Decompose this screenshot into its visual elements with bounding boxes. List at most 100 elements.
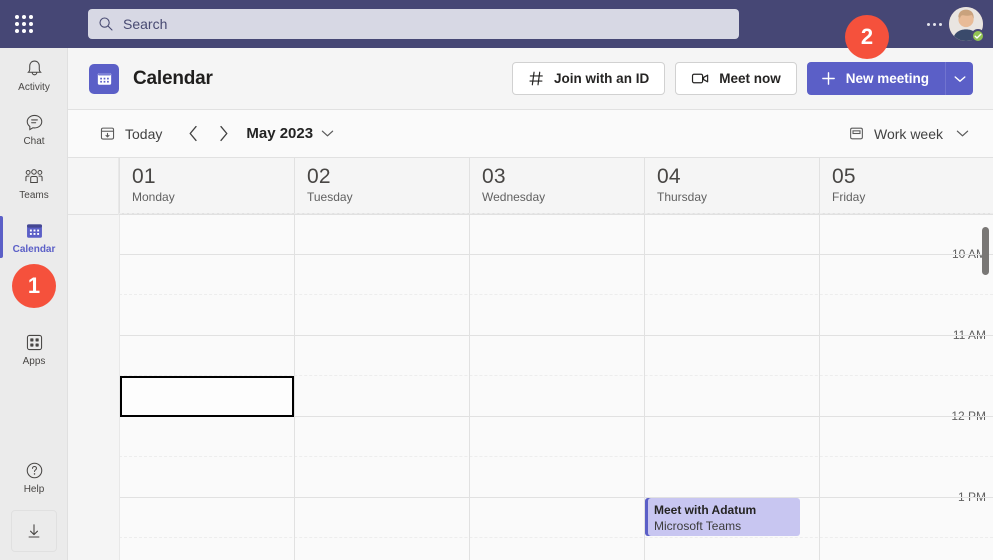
day-name: Thursday xyxy=(657,190,819,204)
download-arrow-icon xyxy=(24,521,44,541)
day-name: Tuesday xyxy=(307,190,469,204)
header-actions: Join with an ID Meet now xyxy=(512,62,973,95)
meet-now-button[interactable]: Meet now xyxy=(675,62,797,95)
day-number: 02 xyxy=(307,166,469,188)
grid-half-hour-line xyxy=(119,294,993,295)
day-header-friday[interactable]: 05 Friday xyxy=(819,158,993,215)
search-icon xyxy=(98,16,114,32)
vertical-scrollbar[interactable] xyxy=(982,227,989,275)
annotation-badge-1: 1 xyxy=(12,264,56,308)
search-input[interactable]: Search xyxy=(88,9,739,39)
view-picker-button[interactable]: Work week xyxy=(848,125,969,142)
grid-column-separator xyxy=(294,215,295,560)
annotation-badge-2: 2 xyxy=(845,15,889,59)
day-header-monday[interactable]: 01 Monday xyxy=(119,158,294,215)
day-header-tuesday[interactable]: 02 Tuesday xyxy=(294,158,469,215)
chevron-down-icon xyxy=(954,75,966,83)
today-button[interactable]: Today xyxy=(99,125,162,142)
next-week-button[interactable] xyxy=(208,119,238,149)
sidebar-item-help[interactable]: Help xyxy=(0,450,68,504)
sidebar-item-teams[interactable]: Teams xyxy=(0,156,68,210)
sidebar-item-label: Chat xyxy=(23,136,44,147)
app-launcher-button[interactable] xyxy=(0,0,48,48)
people-icon xyxy=(23,165,45,187)
calendar-icon xyxy=(95,69,114,88)
grid-hour-line xyxy=(119,335,993,336)
today-label: Today xyxy=(125,126,162,142)
grid-column-separator xyxy=(819,215,820,560)
more-options-button[interactable] xyxy=(923,14,945,34)
calendar-grid: 01 Monday 02 Tuesday 03 Wednesday 04 Thu… xyxy=(68,158,993,560)
hash-icon xyxy=(528,70,545,87)
chevron-down-icon xyxy=(321,129,334,138)
presence-indicator xyxy=(971,29,985,43)
check-icon xyxy=(974,32,982,40)
calendar-app-icon xyxy=(89,64,119,94)
new-meeting-group: New meeting xyxy=(807,62,973,95)
download-button[interactable] xyxy=(11,510,57,552)
grid-half-hour-line xyxy=(119,213,993,214)
time-gutter-header xyxy=(68,158,119,215)
calendar-event[interactable]: Meet with Adatum Microsoft Teams xyxy=(645,498,800,536)
bell-icon xyxy=(24,57,45,79)
video-camera-icon xyxy=(691,71,710,86)
teams-calendar-window: Search xyxy=(0,0,993,560)
ellipsis-icon xyxy=(927,23,930,26)
event-title: Meet with Adatum xyxy=(654,503,794,518)
month-label[interactable]: May 2023 xyxy=(246,125,313,142)
sidebar-item-label: Teams xyxy=(19,190,48,201)
previous-week-button[interactable] xyxy=(178,119,208,149)
grid-half-hour-line xyxy=(119,537,993,538)
date-navigation-bar: Today May 2023 xyxy=(68,110,993,158)
new-meeting-button[interactable]: New meeting xyxy=(807,62,945,95)
new-meeting-label: New meeting xyxy=(846,71,929,86)
chat-bubble-icon xyxy=(24,111,45,133)
time-slot-selection[interactable] xyxy=(120,376,294,417)
join-with-id-button[interactable]: Join with an ID xyxy=(512,62,665,95)
chevron-down-icon xyxy=(956,129,969,138)
time-grid: 10 AM 11 AM 12 PM 1 PM xyxy=(68,215,993,560)
sidebar-item-activity[interactable]: Activity xyxy=(0,48,68,102)
chevron-left-icon xyxy=(188,125,199,142)
day-number: 05 xyxy=(832,166,993,188)
time-gutter xyxy=(68,215,119,560)
event-subtitle: Microsoft Teams xyxy=(654,519,794,535)
day-number: 01 xyxy=(132,166,294,188)
day-number: 03 xyxy=(482,166,644,188)
join-with-id-label: Join with an ID xyxy=(554,71,649,86)
calendar-icon xyxy=(24,219,45,241)
sidebar-item-apps[interactable]: Apps xyxy=(0,322,68,376)
grid-hour-line xyxy=(119,497,993,498)
day-name: Wednesday xyxy=(482,190,644,204)
calendar-header: Calendar Join with an ID xyxy=(68,48,993,110)
apps-grid-icon xyxy=(24,331,45,353)
sidebar-item-calendar[interactable]: Calendar xyxy=(0,210,68,264)
day-name: Monday xyxy=(132,190,294,204)
grid-hour-line xyxy=(119,254,993,255)
meet-now-label: Meet now xyxy=(719,71,781,86)
search-placeholder: Search xyxy=(123,17,167,31)
day-number: 04 xyxy=(657,166,819,188)
rail-bottom-group: Help xyxy=(0,450,68,552)
grid-half-hour-line xyxy=(119,456,993,457)
day-header-thursday[interactable]: 04 Thursday xyxy=(644,158,819,215)
page-title: Calendar xyxy=(133,68,213,90)
grid-column-separator xyxy=(469,215,470,560)
waffle-grid-icon xyxy=(15,15,33,33)
day-header-row: 01 Monday 02 Tuesday 03 Wednesday 04 Thu… xyxy=(68,158,993,215)
view-layout-icon xyxy=(848,125,865,142)
chevron-right-icon xyxy=(218,125,229,142)
sidebar-item-chat[interactable]: Chat xyxy=(0,102,68,156)
sidebar-item-label: Calendar xyxy=(13,244,56,255)
new-meeting-dropdown-button[interactable] xyxy=(945,62,973,95)
month-dropdown-button[interactable] xyxy=(321,129,334,138)
calendar-today-icon xyxy=(99,125,116,142)
top-bar: Search xyxy=(0,0,993,48)
main-content: Calendar Join with an ID xyxy=(68,48,993,560)
day-name: Friday xyxy=(832,190,993,204)
sidebar-item-label: Help xyxy=(24,484,45,495)
plus-icon xyxy=(820,70,837,87)
sidebar-item-label: Apps xyxy=(23,356,46,367)
day-header-wednesday[interactable]: 03 Wednesday xyxy=(469,158,644,215)
view-picker-label: Work week xyxy=(874,126,943,142)
